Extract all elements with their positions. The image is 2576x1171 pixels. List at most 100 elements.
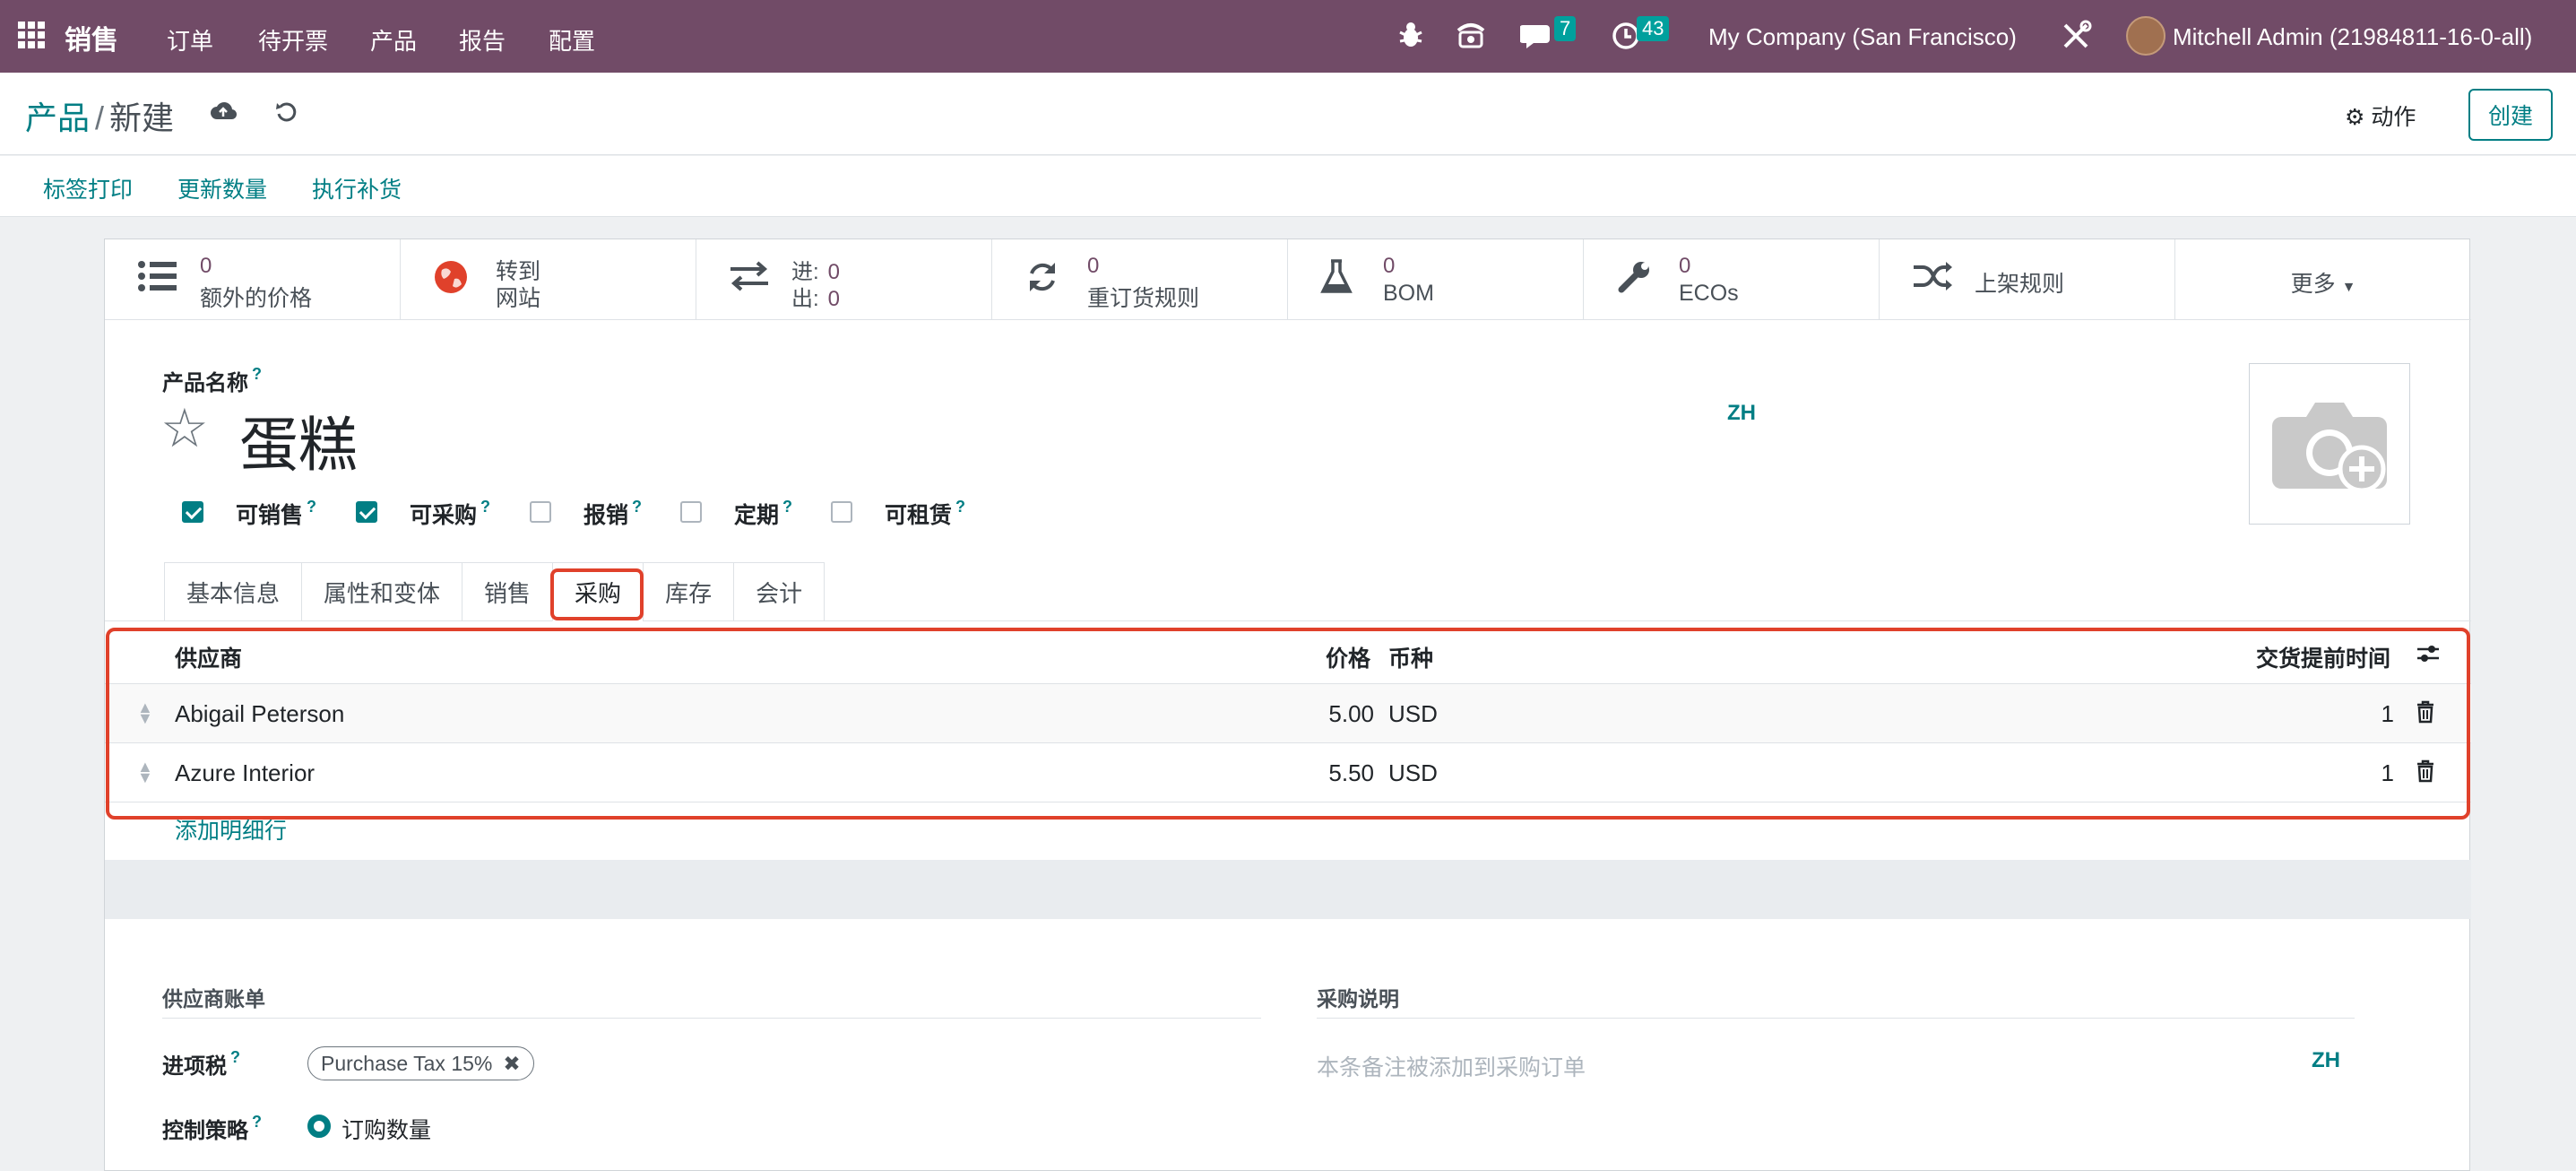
product-image-upload[interactable]	[2249, 363, 2410, 525]
debug-tools-icon[interactable]	[2060, 20, 2092, 56]
purchase-description-input[interactable]: 本条备注被添加到采购订单	[1317, 1050, 1586, 1082]
bom-label: BOM	[1383, 281, 1434, 306]
tab-general-info[interactable]: 基本信息	[164, 562, 302, 621]
user-menu[interactable]: Mitchell Admin (21984811-16-0-all)	[2173, 23, 2532, 51]
help-tooltip-icon[interactable]: ?	[252, 365, 262, 383]
help-tooltip-icon[interactable]: ?	[307, 498, 316, 516]
out-label: 出:	[791, 287, 819, 311]
flask-icon	[1320, 259, 1353, 303]
notebook-tabs: 基本信息 属性和变体 销售 采购 库存 会计	[164, 562, 826, 621]
tab-accounting[interactable]: 会计	[733, 562, 826, 621]
tab-inventory[interactable]: 库存	[643, 562, 734, 621]
messages-icon[interactable]	[1519, 22, 1552, 55]
extra-prices-count: 0	[200, 254, 212, 278]
can-be-rented-text: 可租赁	[885, 503, 953, 528]
app-grid-icon[interactable]	[18, 22, 45, 48]
menu-to-invoice[interactable]: 待开票	[258, 23, 328, 56]
menu-orders[interactable]: 订单	[167, 23, 213, 56]
can-be-sold-text: 可销售	[236, 503, 304, 528]
checkbox-can-be-sold[interactable]	[182, 501, 203, 523]
in-out-button[interactable]: 进: 0 出: 0	[696, 239, 992, 320]
company-switcher[interactable]: My Company (San Francisco)	[1708, 23, 2017, 51]
can-be-expensed-label: 报销?	[583, 498, 642, 530]
help-tooltip-icon[interactable]: ?	[632, 498, 642, 516]
menu-reporting[interactable]: 报告	[459, 23, 506, 56]
recurring-label: 定期?	[734, 498, 792, 530]
print-labels-button[interactable]: 标签打印	[43, 172, 133, 204]
exchange-arrows-icon	[729, 259, 770, 300]
menu-configuration[interactable]: 配置	[549, 23, 595, 56]
highlight-vendor-table	[106, 628, 2470, 820]
purchase-description-section-title: 采购说明	[1317, 982, 2355, 1019]
out-count: 出: 0	[791, 281, 840, 312]
save-cloud-icon[interactable]	[210, 100, 238, 130]
actions-label: 动作	[2371, 105, 2416, 130]
gear-icon: ⚙	[2345, 105, 2365, 130]
tax-tag[interactable]: Purchase Tax 15% ✖	[307, 1046, 534, 1080]
reordering-rules-button[interactable]: 0 重订货规则	[992, 239, 1288, 320]
breadcrumb-separator: /	[95, 100, 105, 136]
breadcrumb-products-link[interactable]: 产品	[25, 100, 90, 136]
checkbox-can-be-expensed[interactable]	[530, 501, 551, 523]
website-line2: 网站	[496, 286, 541, 311]
caret-down-icon: ▼	[2341, 280, 2356, 295]
can-be-purchased-label: 可采购?	[410, 498, 490, 530]
vendor-taxes-label: 进项税?	[162, 1048, 240, 1080]
form-header-buttons: 标签打印 更新数量 执行补货	[0, 156, 2576, 217]
ordered-quantity-label: 订购数量	[341, 1118, 432, 1143]
help-tooltip-icon[interactable]: ?	[252, 1113, 262, 1131]
breadcrumb: 产品 / 新建	[25, 92, 174, 139]
control-policy-label: 控制策略?	[162, 1113, 262, 1144]
replenish-button[interactable]: 执行补货	[312, 172, 402, 204]
control-policy-text: 控制策略	[162, 1119, 248, 1143]
more-label: 更多	[2290, 272, 2336, 297]
putaway-rules-button[interactable]: 上架规则	[1880, 239, 2175, 320]
product-name-input[interactable]: 蛋糕	[239, 397, 358, 483]
favorite-star-icon[interactable]: ☆	[160, 399, 209, 458]
breadcrumb-current: 新建	[109, 100, 175, 136]
checkbox-recurring[interactable]	[680, 501, 702, 523]
vendor-bills-section-title: 供应商账单	[162, 982, 1261, 1019]
reorder-label: 重订货规则	[1087, 286, 1200, 311]
update-quantity-button[interactable]: 更新数量	[177, 172, 267, 204]
product-name-label-text: 产品名称	[162, 371, 248, 395]
close-icon[interactable]: ✖	[503, 1052, 520, 1076]
wrench-icon	[1616, 259, 1652, 303]
tab-attributes-variants[interactable]: 属性和变体	[301, 562, 462, 621]
bom-count: 0	[1383, 254, 1396, 278]
smart-button-box: 0 额外的价格 转到 网站 进: 0 出: 0 0 重订货规则 0 BOM 0 …	[105, 239, 2471, 320]
more-button[interactable]: 更多 ▼	[2175, 239, 2471, 320]
bom-button[interactable]: 0 BOM	[1288, 239, 1584, 320]
can-be-rented-label: 可租赁?	[885, 498, 965, 530]
name-language-button[interactable]: ZH	[1727, 401, 1756, 426]
actions-menu-button[interactable]: ⚙ 动作	[2345, 100, 2416, 132]
putaway-label: 上架规则	[1975, 272, 2065, 297]
bug-icon[interactable]	[1396, 20, 1425, 55]
checkbox-can-be-rented[interactable]	[831, 501, 852, 523]
ecos-button[interactable]: 0 ECOs	[1584, 239, 1880, 320]
can-be-sold-label: 可销售?	[236, 498, 316, 530]
app-name[interactable]: 销售	[65, 18, 118, 57]
ecos-label: ECOs	[1679, 281, 1739, 306]
messages-count-badge: 7	[1554, 16, 1577, 41]
checkbox-can-be-purchased[interactable]	[356, 501, 377, 523]
create-button[interactable]: 创建	[2468, 89, 2553, 141]
help-tooltip-icon[interactable]: ?	[230, 1048, 240, 1066]
description-language-button[interactable]: ZH	[2312, 1048, 2340, 1073]
go-to-website-button[interactable]: 转到 网站	[401, 239, 696, 320]
help-tooltip-icon[interactable]: ?	[480, 498, 490, 516]
menu-products[interactable]: 产品	[370, 23, 417, 56]
globe-icon	[433, 259, 469, 303]
radio-ordered-quantity[interactable]	[307, 1115, 331, 1138]
product-name-label: 产品名称?	[162, 365, 262, 396]
help-tooltip-icon[interactable]: ?	[955, 498, 965, 516]
tax-tag-label: Purchase Tax 15%	[321, 1051, 493, 1075]
user-avatar[interactable]	[2126, 16, 2165, 56]
discard-undo-icon[interactable]	[274, 100, 299, 132]
can-be-expensed-text: 报销	[583, 503, 629, 528]
activities-count-badge: 43	[1637, 16, 1670, 41]
phone-icon[interactable]	[1456, 20, 1486, 55]
help-tooltip-icon[interactable]: ?	[782, 498, 792, 516]
tab-sales[interactable]: 销售	[462, 562, 553, 621]
extra-prices-button[interactable]: 0 额外的价格	[105, 239, 401, 320]
